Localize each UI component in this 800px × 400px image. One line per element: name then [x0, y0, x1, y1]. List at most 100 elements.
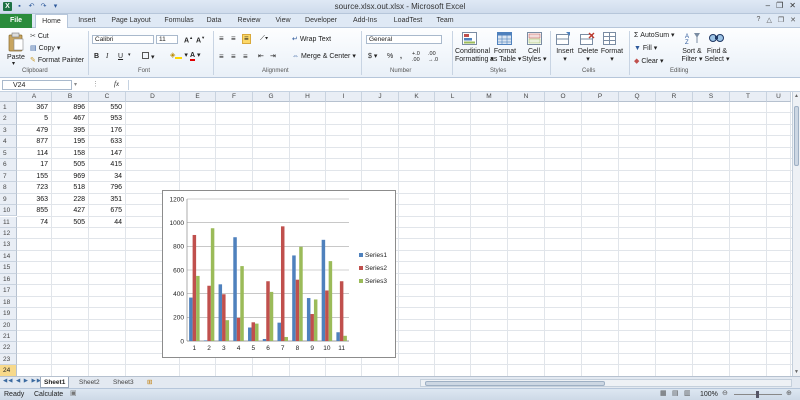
- clear-button[interactable]: ◆ Clear ▾: [634, 58, 664, 65]
- format-button[interactable]: Format ▾: [600, 48, 624, 65]
- decrease-decimal-icon[interactable]: .00 →.0: [428, 51, 438, 63]
- close-button[interactable]: ✕: [789, 1, 796, 10]
- cell-a4[interactable]: 877: [17, 136, 48, 147]
- sort-filter-icon[interactable]: AZ: [685, 32, 700, 45]
- column-header-k[interactable]: K: [399, 92, 435, 102]
- row-header-20[interactable]: 20: [0, 319, 17, 331]
- tab-loadtest[interactable]: LoadTest: [388, 14, 428, 28]
- tab-insert[interactable]: Insert: [72, 14, 102, 28]
- select-all-corner[interactable]: [0, 92, 17, 102]
- column-header-f[interactable]: F: [216, 92, 253, 102]
- cell-a7[interactable]: 155: [17, 171, 48, 182]
- cell-c8[interactable]: 796: [89, 182, 122, 193]
- cell-a3[interactable]: 479: [17, 125, 48, 136]
- column-header-p[interactable]: P: [582, 92, 619, 102]
- sort-filter-button[interactable]: Sort & Filter ▾: [680, 48, 704, 65]
- row-header-12[interactable]: 12: [0, 227, 17, 240]
- help-icon[interactable]: ?: [757, 16, 761, 24]
- row-header-13[interactable]: 13: [0, 239, 17, 251]
- font-color-icon[interactable]: A ▾: [190, 52, 201, 61]
- workbook-close-icon[interactable]: ✕: [790, 16, 796, 24]
- cell-b10[interactable]: 427: [52, 205, 85, 216]
- sheet-tab-2[interactable]: Sheet2: [76, 377, 103, 388]
- page-break-view-icon[interactable]: ▥: [684, 390, 691, 397]
- row-header-23[interactable]: 23: [0, 353, 17, 366]
- normal-view-icon[interactable]: ▦: [660, 390, 667, 397]
- format-cells-icon[interactable]: [603, 32, 618, 45]
- comma-icon[interactable]: ,: [400, 53, 402, 60]
- percent-icon[interactable]: %: [387, 53, 393, 60]
- row-header-1[interactable]: 1: [0, 102, 17, 114]
- workbook-restore-icon[interactable]: ❐: [778, 16, 784, 24]
- row-header-5[interactable]: 5: [0, 147, 17, 160]
- autosum-button[interactable]: Σ AutoSum ▾: [634, 32, 675, 39]
- align-middle-icon[interactable]: ≡: [231, 35, 236, 43]
- conditional-formatting-icon[interactable]: [462, 32, 477, 45]
- cell-c1[interactable]: 550: [89, 102, 122, 113]
- font-size-select[interactable]: 11: [156, 35, 178, 44]
- align-center-icon[interactable]: ≡: [231, 53, 236, 61]
- merge-center-button[interactable]: ⇔ Merge & Center ▾: [292, 53, 356, 60]
- align-bottom-icon[interactable]: ≡: [242, 34, 251, 44]
- find-select-button[interactable]: Find & Select ▾: [704, 48, 730, 65]
- cell-c6[interactable]: 415: [89, 159, 122, 170]
- column-header-m[interactable]: M: [471, 92, 508, 102]
- cell-c7[interactable]: 34: [89, 171, 122, 182]
- column-header-j[interactable]: J: [362, 92, 399, 102]
- zoom-level[interactable]: 100%: [700, 391, 718, 398]
- cell-a8[interactable]: 723: [17, 182, 48, 193]
- tab-view[interactable]: View: [270, 14, 296, 28]
- underline-icon[interactable]: U: [118, 53, 123, 60]
- cell-a1[interactable]: 367: [17, 102, 48, 113]
- cell-c2[interactable]: 953: [89, 113, 122, 124]
- grow-font-icon[interactable]: A▲: [184, 36, 193, 45]
- row-header-15[interactable]: 15: [0, 262, 17, 274]
- new-sheet-icon[interactable]: ⊞: [144, 377, 155, 388]
- format-painter-button[interactable]: ✎ Format Painter: [30, 57, 84, 64]
- cell-a10[interactable]: 855: [17, 205, 48, 216]
- tab-page-layout[interactable]: Page Layout: [104, 14, 158, 28]
- row-header-6[interactable]: 6: [0, 159, 17, 171]
- h-scroll-thumb[interactable]: [425, 381, 605, 386]
- insert-cells-icon[interactable]: [556, 32, 571, 45]
- tab-add-ins[interactable]: Add-Ins: [348, 14, 382, 28]
- row-header-16[interactable]: 16: [0, 273, 17, 286]
- column-header-u[interactable]: U: [767, 92, 791, 102]
- cell-styles-icon[interactable]: [527, 32, 542, 45]
- cell-a11[interactable]: 74: [17, 217, 48, 228]
- cell-b3[interactable]: 395: [52, 125, 85, 136]
- vertical-scrollbar[interactable]: ▲ ▼: [792, 92, 800, 376]
- name-box[interactable]: V24: [2, 80, 72, 90]
- tab-home[interactable]: Home: [35, 14, 68, 29]
- row-header-3[interactable]: 3: [0, 124, 17, 137]
- column-header-n[interactable]: N: [508, 92, 545, 102]
- name-box-dropdown-icon[interactable]: ▾: [74, 82, 77, 88]
- cell-a5[interactable]: 114: [17, 148, 48, 159]
- tab-developer[interactable]: Developer: [300, 14, 342, 28]
- zoom-in-icon[interactable]: ⊕: [786, 390, 792, 397]
- wrap-text-button[interactable]: ↵ Wrap Text: [292, 36, 331, 43]
- column-header-a[interactable]: A: [17, 92, 52, 102]
- orientation-icon[interactable]: ⟋▾: [260, 35, 268, 42]
- cell-b9[interactable]: 228: [52, 194, 85, 205]
- row-header-10[interactable]: 10: [0, 205, 17, 217]
- bold-icon[interactable]: B: [94, 53, 99, 60]
- column-header-t[interactable]: T: [730, 92, 767, 102]
- align-top-icon[interactable]: ≡: [219, 35, 224, 43]
- copy-button[interactable]: ▤ Copy ▾: [30, 45, 60, 52]
- cell-c9[interactable]: 351: [89, 194, 122, 205]
- paste-button[interactable]: Paste: [7, 54, 25, 61]
- cut-button[interactable]: ✂ Cut: [30, 33, 49, 40]
- column-header-i[interactable]: I: [326, 92, 362, 102]
- borders-icon[interactable]: ▾: [142, 52, 154, 61]
- formula-input[interactable]: [128, 80, 796, 90]
- row-header-24[interactable]: 24: [0, 365, 17, 376]
- row-header-4[interactable]: 4: [0, 136, 17, 148]
- currency-icon[interactable]: $ ▾: [368, 53, 377, 60]
- increase-decimal-icon[interactable]: +.0.00: [412, 51, 420, 63]
- decrease-indent-icon[interactable]: ⇤: [258, 53, 264, 60]
- number-format-select[interactable]: General: [366, 35, 442, 44]
- cell-c5[interactable]: 147: [89, 148, 122, 159]
- row-header-7[interactable]: 7: [0, 170, 17, 183]
- column-header-s[interactable]: S: [693, 92, 730, 102]
